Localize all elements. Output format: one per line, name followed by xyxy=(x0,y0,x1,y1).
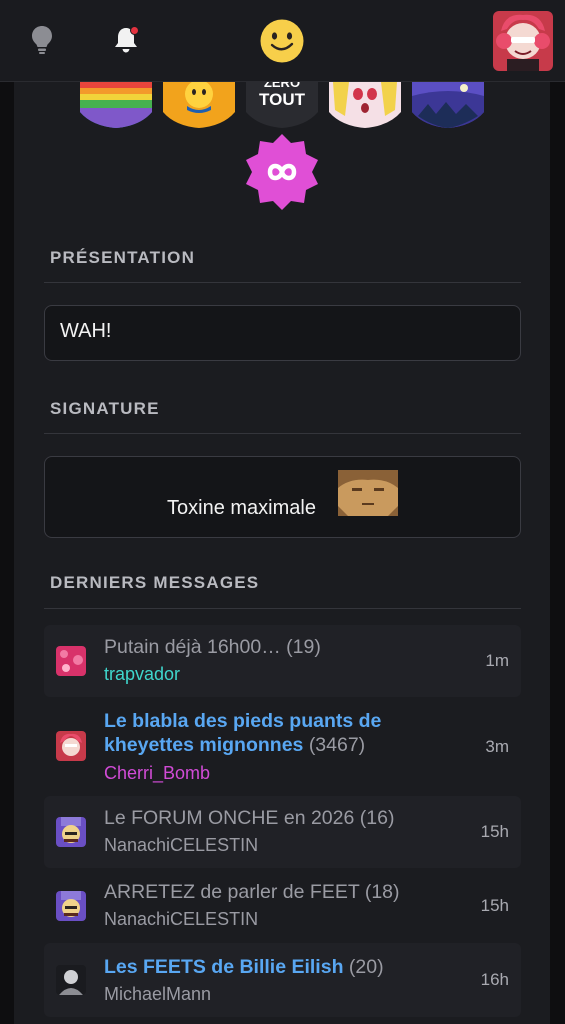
message-author[interactable]: NanachiCELESTIN xyxy=(104,834,258,856)
message-row[interactable]: Les FEETS de Billie Eilish (20) MichaelM… xyxy=(44,943,521,1017)
message-author[interactable]: NanachiCELESTIN xyxy=(104,908,258,930)
message-row[interactable]: ARRETEZ de parler de FEET (18) NanachiCE… xyxy=(44,870,521,942)
yellow-face-badge[interactable] xyxy=(163,82,235,128)
lightbulb-icon[interactable] xyxy=(24,22,60,58)
message-title[interactable]: Putain déjà 16h00… (19) xyxy=(104,635,321,659)
message-avatar xyxy=(56,646,86,676)
divider xyxy=(44,282,521,283)
presentation-box: WAH! xyxy=(44,305,521,361)
message-title[interactable]: Le blabla des pieds puants de kheyettes … xyxy=(104,709,381,757)
message-time: 15h xyxy=(480,896,509,915)
notification-dot xyxy=(130,26,139,35)
messages-heading: DERNIERS MESSAGES xyxy=(50,573,260,592)
message-avatar xyxy=(56,731,86,761)
top-bar xyxy=(0,0,565,82)
message-time: 3m xyxy=(485,737,509,756)
bell-icon[interactable] xyxy=(108,22,144,58)
message-row[interactable]: Le blabla des pieds puants de kheyettes … xyxy=(44,703,521,791)
anime-girl-badge[interactable] xyxy=(329,82,401,128)
zero-tout-badge[interactable]: ZERO TOUT xyxy=(246,82,318,128)
svg-text:ZERO: ZERO xyxy=(264,82,300,90)
message-avatar xyxy=(56,891,86,921)
rainbow-badge[interactable] xyxy=(80,82,152,128)
badge-list: ZERO TOUT xyxy=(14,82,550,302)
signature-heading: SIGNATURE xyxy=(50,399,160,418)
message-row[interactable]: Le FORUM ONCHE en 2026 (16) NanachiCELES… xyxy=(44,796,521,868)
message-title[interactable]: Le FORUM ONCHE en 2026 (16) xyxy=(104,806,394,830)
signature-box: Toxine maximale xyxy=(44,456,521,538)
smiley-icon[interactable] xyxy=(259,18,305,64)
signature-text: Toxine maximale xyxy=(167,497,316,519)
infinity-badge[interactable] xyxy=(242,132,322,212)
signature-sticker xyxy=(338,470,398,516)
message-time: 1m xyxy=(485,651,509,670)
presentation-text: WAH! xyxy=(60,320,112,342)
night-sky-badge[interactable] xyxy=(412,82,484,128)
message-time: 16h xyxy=(480,970,509,989)
message-row[interactable]: Putain déjà 16h00… (19) trapvador 1m xyxy=(44,625,521,697)
divider xyxy=(44,433,521,434)
message-title[interactable]: ARRETEZ de parler de FEET (18) xyxy=(104,880,400,904)
message-time: 15h xyxy=(480,822,509,841)
profile-panel: ZERO TOUT PRÉSENTATION WAH! SIGNATURE To… xyxy=(14,82,550,1024)
message-author[interactable]: MichaelMann xyxy=(104,983,211,1005)
presentation-heading: PRÉSENTATION xyxy=(50,248,196,267)
divider xyxy=(44,608,521,609)
message-author[interactable]: trapvador xyxy=(104,663,180,685)
message-avatar xyxy=(56,965,86,995)
svg-text:TOUT: TOUT xyxy=(259,90,306,109)
user-avatar[interactable] xyxy=(493,11,553,71)
message-author[interactable]: Cherri_Bomb xyxy=(104,762,210,784)
message-title[interactable]: Les FEETS de Billie Eilish (20) xyxy=(104,955,384,979)
message-avatar xyxy=(56,817,86,847)
